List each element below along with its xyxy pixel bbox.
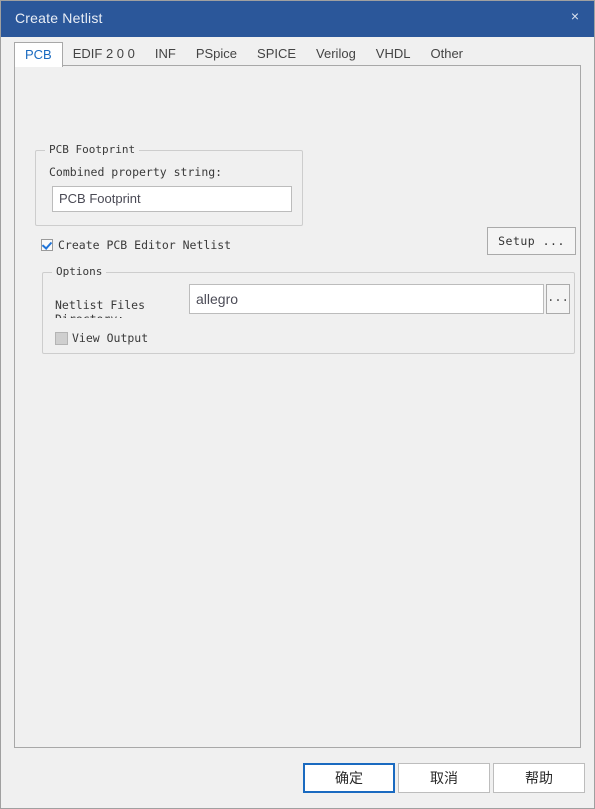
options-group: Options Netlist Files Directory: allegro… <box>42 265 575 354</box>
tab-spice[interactable]: SPICE <box>247 42 306 66</box>
help-button[interactable]: 帮助 <box>493 763 585 793</box>
browse-button[interactable]: ... <box>546 284 570 314</box>
checkbox-checked-icon[interactable] <box>41 239 53 251</box>
setup-button[interactable]: Setup ... <box>487 227 576 255</box>
close-icon[interactable]: × <box>556 1 594 31</box>
title-bar: Create Netlist × <box>1 1 594 37</box>
combined-property-input[interactable]: PCB Footprint <box>52 186 292 212</box>
window-title: Create Netlist <box>15 10 103 26</box>
tab-vhdl[interactable]: VHDL <box>366 42 421 66</box>
tab-strip: PCB EDIF 2 0 0 INF PSpice SPICE Verilog … <box>14 42 581 67</box>
tab-pcb[interactable]: PCB <box>14 42 63 67</box>
netlist-files-directory-input[interactable]: allegro <box>189 284 544 314</box>
options-group-title: Options <box>52 265 107 278</box>
tab-pspice[interactable]: PSpice <box>186 42 247 66</box>
combined-property-label: Combined property string: <box>49 165 223 179</box>
tab-panel-pcb: PCB Footprint Combined property string: … <box>14 65 581 748</box>
ok-button[interactable]: 确定 <box>303 763 395 793</box>
tab-inf[interactable]: INF <box>145 42 186 66</box>
cancel-button[interactable]: 取消 <box>398 763 490 793</box>
create-pcb-editor-netlist-label: Create PCB Editor Netlist <box>58 238 232 252</box>
checkbox-unchecked-icon[interactable] <box>55 332 68 345</box>
create-netlist-dialog: Create Netlist × PCB EDIF 2 0 0 INF PSpi… <box>0 0 595 809</box>
tab-verilog[interactable]: Verilog <box>306 42 366 66</box>
pcb-footprint-group: PCB Footprint Combined property string: … <box>35 143 303 226</box>
netlist-files-directory-label: Netlist Files Directory: <box>55 298 195 318</box>
tab-edif200[interactable]: EDIF 2 0 0 <box>63 42 145 66</box>
pcb-footprint-group-title: PCB Footprint <box>45 143 140 156</box>
tab-other[interactable]: Other <box>420 42 473 66</box>
view-output-label: View Output <box>72 331 149 345</box>
netlist-files-directory-label-line2: Directory: <box>55 312 195 318</box>
netlist-files-directory-label-line1: Netlist Files <box>55 298 146 312</box>
